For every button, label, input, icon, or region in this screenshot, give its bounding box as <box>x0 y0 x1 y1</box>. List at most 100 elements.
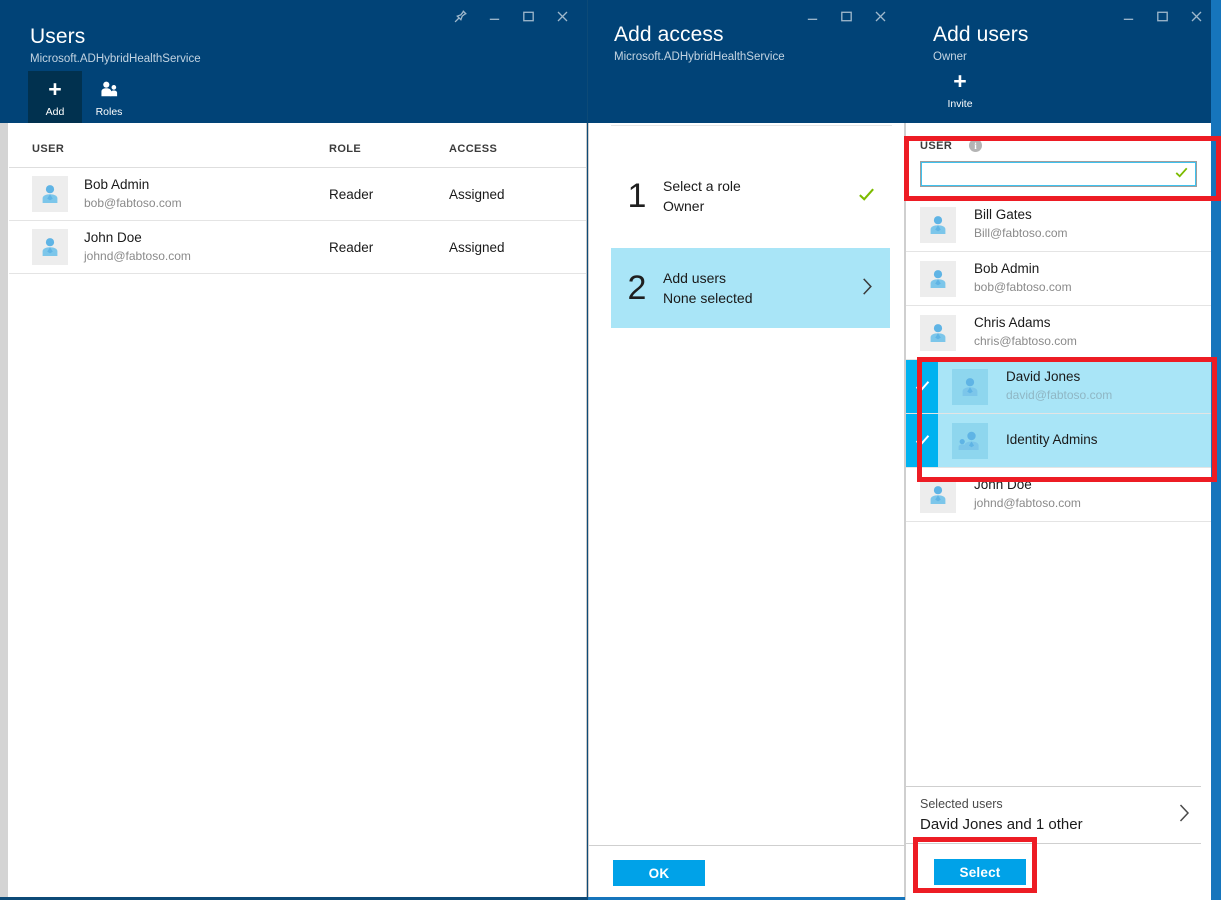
list-item[interactable]: John Doe johnd@fabtoso.com <box>906 468 1211 522</box>
add-command-button[interactable]: + Add <box>28 71 82 123</box>
list-item[interactable]: Bill Gates Bill@fabtoso.com <box>906 198 1211 252</box>
row-checkbox-checked[interactable] <box>906 414 938 467</box>
plus-icon: + <box>953 69 966 93</box>
person-avatar <box>32 229 68 265</box>
step-title: Add users <box>663 268 861 288</box>
table-row[interactable]: Bob Admin bob@fabtoso.com Reader Assigne… <box>9 168 586 221</box>
directory-user-list: Bill Gates Bill@fabtoso.com Bob Admin <box>906 197 1211 522</box>
add-access-body: 1 Select a role Owner 2 Add users None s… <box>588 123 905 900</box>
person-avatar <box>32 176 68 212</box>
users-table-panel: USER ROLE ACCESS <box>9 123 587 900</box>
list-item[interactable]: Identity Admins <box>906 414 1211 468</box>
user-search-input-wrapper[interactable] <box>920 161 1197 187</box>
user-search-input[interactable] <box>921 163 1174 185</box>
minimize-icon[interactable] <box>477 4 511 28</box>
add-access-footer: OK <box>589 845 904 900</box>
user-email: Bill@fabtoso.com <box>974 225 1068 241</box>
step-add-users[interactable]: 2 Add users None selected <box>611 248 890 328</box>
list-item[interactable]: Chris Adams chris@fabtoso.com <box>906 306 1211 360</box>
group-avatar <box>952 423 988 459</box>
blade-right-rail <box>1211 0 1221 900</box>
add-access-window-controls <box>795 4 897 28</box>
chevron-right-icon <box>1178 803 1191 827</box>
content-divider <box>611 125 892 126</box>
person-avatar <box>952 369 988 405</box>
users-blade-header: Users Microsoft.ADHybridHealthService + … <box>0 0 587 123</box>
step-number: 2 <box>611 269 663 308</box>
user-name: Bill Gates <box>974 207 1068 224</box>
column-header-user[interactable]: USER <box>9 123 329 168</box>
person-avatar <box>920 207 956 243</box>
add-access-blade-header: Add access Microsoft.ADHybridHealthServi… <box>588 0 905 123</box>
invite-command-label: Invite <box>947 98 972 110</box>
page-title: Users <box>30 26 587 47</box>
add-users-body: USER i <box>905 123 1211 900</box>
minimize-icon[interactable] <box>1111 4 1145 28</box>
users-body: USER ROLE ACCESS <box>0 123 587 900</box>
users-table: USER ROLE ACCESS <box>9 123 586 274</box>
people-icon <box>99 77 119 101</box>
step-number: 1 <box>611 177 663 216</box>
user-email: johnd@fabtoso.com <box>84 248 191 264</box>
step-value: None selected <box>663 288 861 308</box>
user-field-label-row: USER i <box>920 139 1197 152</box>
azure-portal-screen: Users Microsoft.ADHybridHealthService + … <box>0 0 1221 900</box>
step-select-a-role[interactable]: 1 Select a role Owner <box>611 156 890 236</box>
user-email: johnd@fabtoso.com <box>974 495 1081 511</box>
user-email: chris@fabtoso.com <box>974 333 1077 349</box>
step-title: Select a role <box>663 176 857 196</box>
maximize-icon[interactable] <box>1145 4 1179 28</box>
check-icon <box>857 185 876 208</box>
select-button[interactable]: Select <box>934 859 1026 885</box>
ok-button[interactable]: OK <box>613 860 705 886</box>
add-users-window-controls <box>1111 4 1213 28</box>
add-users-footer: Select <box>906 844 1201 900</box>
table-row[interactable]: John Doe johnd@fabtoso.com Reader Assign… <box>9 221 586 274</box>
users-table-body: Bob Admin bob@fabtoso.com Reader Assigne… <box>9 168 586 274</box>
blade-add-users: Add users Owner + Invite USER i <box>905 0 1221 900</box>
add-users-blade-header: Add users Owner + Invite <box>905 0 1221 123</box>
users-command-bar: + Add Roles <box>28 71 136 123</box>
cell-role: Reader <box>329 168 449 221</box>
blade-left-rail <box>0 123 8 900</box>
add-users-command-bar: + Invite <box>933 63 987 115</box>
selected-users-label: Selected users <box>920 795 1178 814</box>
cell-access: Assigned <box>449 168 586 221</box>
pin-icon[interactable] <box>443 4 477 28</box>
person-avatar <box>920 315 956 351</box>
list-item[interactable]: David Jones david@fabtoso.com <box>906 360 1211 414</box>
user-email: bob@fabtoso.com <box>974 279 1072 295</box>
users-window-controls <box>443 4 579 28</box>
user-name: Bob Admin <box>974 261 1072 278</box>
invite-command-button[interactable]: + Invite <box>933 63 987 115</box>
check-icon <box>1174 165 1196 183</box>
cell-user: John Doe johnd@fabtoso.com <box>9 221 329 274</box>
column-header-role[interactable]: ROLE <box>329 123 449 168</box>
close-icon[interactable] <box>863 4 897 28</box>
cell-user: Bob Admin bob@fabtoso.com <box>9 168 329 221</box>
selected-users-summary[interactable]: Selected users David Jones and 1 other <box>906 786 1201 844</box>
maximize-icon[interactable] <box>829 4 863 28</box>
person-avatar <box>920 477 956 513</box>
cell-access: Assigned <box>449 221 586 274</box>
user-email: bob@fabtoso.com <box>84 195 182 211</box>
chevron-right-icon <box>861 277 874 300</box>
info-icon[interactable]: i <box>969 139 982 152</box>
selected-users-value: David Jones and 1 other <box>920 814 1178 835</box>
user-name: Identity Admins <box>1006 432 1098 449</box>
roles-command-button[interactable]: Roles <box>82 71 136 123</box>
maximize-icon[interactable] <box>511 4 545 28</box>
close-icon[interactable] <box>545 4 579 28</box>
minimize-icon[interactable] <box>795 4 829 28</box>
list-item[interactable]: Bob Admin bob@fabtoso.com <box>906 252 1211 306</box>
user-name: John Doe <box>84 230 191 247</box>
column-header-access[interactable]: ACCESS <box>449 123 586 168</box>
close-icon[interactable] <box>1179 4 1213 28</box>
roles-command-label: Roles <box>96 106 123 118</box>
page-subtitle: Microsoft.ADHybridHealthService <box>30 53 587 67</box>
user-email: david@fabtoso.com <box>1006 387 1112 403</box>
user-name: David Jones <box>1006 369 1112 386</box>
person-avatar <box>920 261 956 297</box>
row-checkbox-checked[interactable] <box>906 360 938 413</box>
user-name: Chris Adams <box>974 315 1077 332</box>
